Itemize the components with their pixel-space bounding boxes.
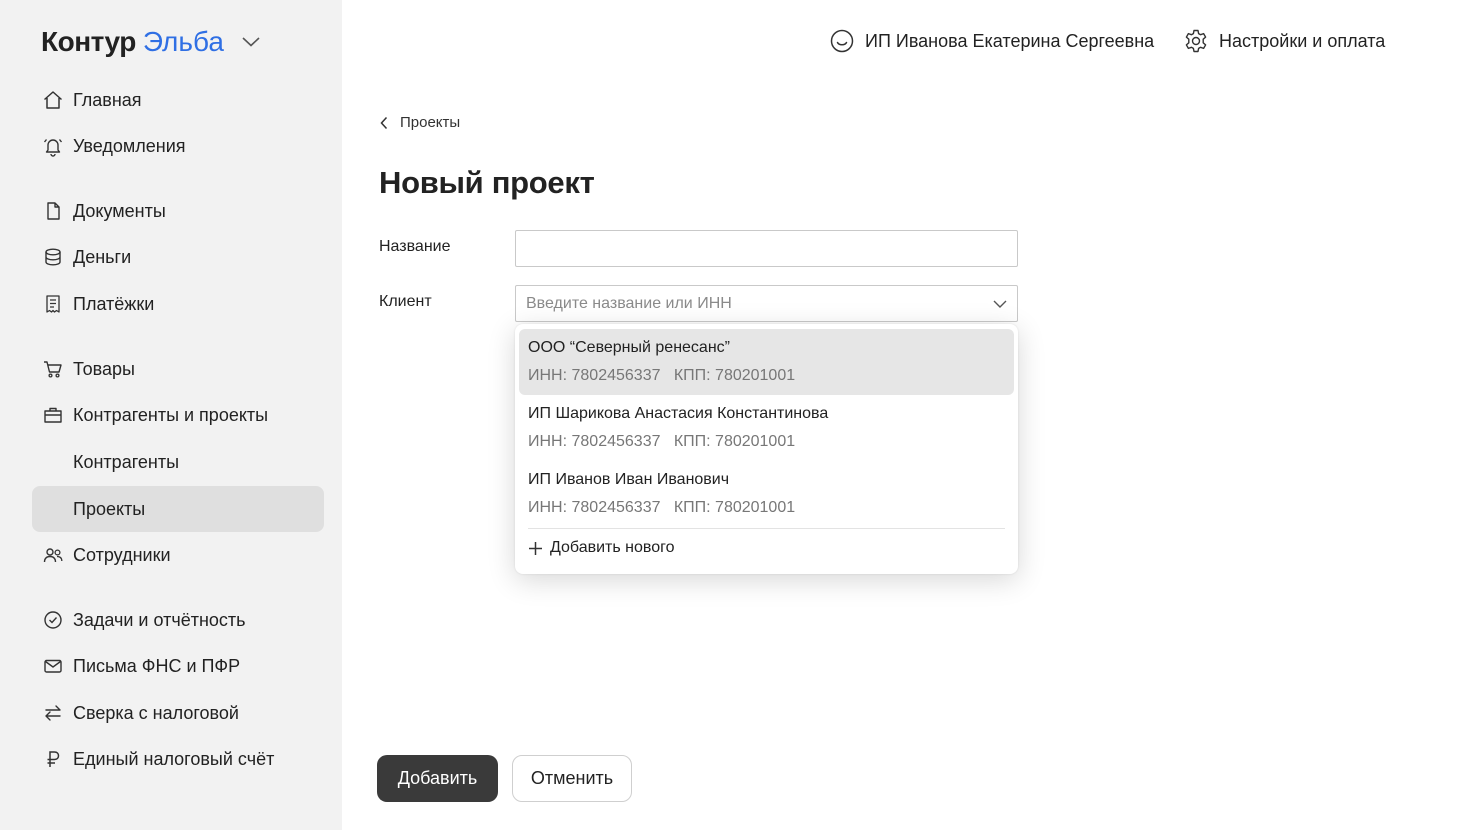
logo-brand: Контур [41, 26, 136, 57]
client-combobox[interactable]: Введите название или ИНН [515, 285, 1018, 322]
client-option-name: ИП Иванов Иван Иванович [528, 471, 730, 488]
add-new-label: Добавить нового [550, 539, 675, 556]
people-icon [42, 544, 64, 566]
client-option-meta: ИНН: 7802456337 КПП: 780201001 [528, 432, 1014, 452]
name-input[interactable] [515, 230, 1018, 267]
settings-label: Настройки и оплата [1219, 30, 1386, 51]
sidebar: Контур Эльба Главная Уведомления Докумен… [0, 0, 342, 830]
sidebar-item-label: Документы [73, 200, 166, 221]
client-option-name: ИП Шарикова Анастасия Константинова [528, 405, 829, 422]
logo-product: Эльба [142, 26, 224, 57]
client-option-kpp: КПП: 780201001 [673, 499, 796, 516]
sidebar-item-tax-account[interactable]: Единый налоговый счёт [32, 736, 324, 782]
client-option-name: ООО “Северный ренесанс” [528, 339, 730, 356]
sidebar-item-projects[interactable]: Проекты [32, 486, 324, 532]
swap-arrows-icon [42, 702, 64, 724]
sidebar-item-label: Уведомления [73, 135, 186, 156]
sidebar-item-label: Единый налоговый счёт [73, 748, 275, 769]
settings-link[interactable]: Настройки и оплата [1183, 26, 1385, 56]
smiley-icon [829, 28, 855, 54]
client-option-inn: ИНН: 7802456337 [528, 499, 661, 516]
sidebar-item-employees[interactable]: Сотрудники [32, 532, 324, 578]
client-option-inn: ИНН: 7802456337 [528, 367, 661, 384]
add-button[interactable]: Добавить [377, 755, 498, 802]
plus-icon [529, 541, 542, 555]
sidebar-item-label: Сверка с налоговой [73, 702, 239, 723]
chevron-left-icon [380, 116, 388, 129]
sidebar-item-label: Сотрудники [73, 544, 171, 565]
sidebar-item-payments[interactable]: Платёжки [32, 281, 324, 327]
client-option-meta: ИНН: 7802456337 КПП: 780201001 [528, 498, 1014, 518]
add-new-client-button[interactable]: Добавить нового [528, 539, 675, 557]
receipt-icon [42, 293, 64, 315]
sidebar-item-notifications[interactable]: Уведомления [32, 123, 324, 169]
document-icon [42, 200, 64, 222]
sidebar-item-label: Письма ФНС и ПФР [73, 655, 241, 676]
client-placeholder: Введите название или ИНН [526, 294, 732, 312]
sidebar-item-label: Деньги [73, 246, 132, 267]
client-field-label: Клиент [379, 293, 432, 310]
chevron-down-icon [993, 300, 1007, 308]
home-icon [42, 89, 64, 111]
ruble-icon [42, 748, 64, 770]
coins-icon [42, 246, 64, 268]
client-option-meta: ИНН: 7802456337 КПП: 780201001 [528, 366, 1014, 386]
briefcase-icon [42, 404, 64, 426]
client-dropdown: ООО “Северный ренесанс” ИНН: 7802456337 … [515, 324, 1018, 574]
sidebar-item-counterparties[interactable]: Контрагенты [32, 439, 324, 485]
client-option[interactable]: ИП Шарикова Анастасия Константинова ИНН:… [519, 395, 1014, 461]
bell-icon [42, 135, 64, 157]
check-circle-icon [42, 609, 64, 631]
sidebar-item-label: Главная [73, 89, 142, 110]
sidebar-item-fns-letters[interactable]: Письма ФНС и ПФР [32, 643, 324, 689]
client-option[interactable]: ООО “Северный ренесанс” ИНН: 7802456337 … [519, 329, 1014, 395]
sidebar-item-label: Контрагенты и проекты [73, 404, 269, 425]
product-switcher[interactable]: Контур Эльба [41, 26, 260, 58]
dropdown-divider [528, 528, 1005, 529]
user-menu[interactable]: ИП Иванова Екатерина Сергеевна [829, 26, 1154, 56]
gear-icon [1183, 28, 1209, 54]
client-option-inn: ИНН: 7802456337 [528, 433, 661, 450]
breadcrumb-label: Проекты [400, 114, 461, 131]
client-option[interactable]: ИП Иванов Иван Иванович ИНН: 7802456337 … [519, 461, 1014, 527]
page-title: Новый проект [379, 165, 595, 200]
sidebar-item-tasks-reporting[interactable]: Задачи и отчётность [32, 597, 324, 643]
sidebar-item-money[interactable]: Деньги [32, 234, 324, 280]
sidebar-item-label: Контрагенты [73, 451, 180, 472]
sidebar-item-counterparties-projects[interactable]: Контрагенты и проекты [32, 392, 324, 438]
sidebar-item-label: Товары [73, 358, 135, 379]
mail-icon [42, 655, 64, 677]
client-option-kpp: КПП: 780201001 [673, 367, 796, 384]
user-name: ИП Иванова Екатерина Сергеевна [865, 30, 1155, 51]
sidebar-item-label: Задачи и отчётность [73, 609, 246, 630]
chevron-down-icon [242, 37, 260, 47]
cancel-button[interactable]: Отменить [512, 755, 632, 802]
sidebar-item-label: Проекты [73, 498, 146, 519]
sidebar-item-label: Платёжки [73, 293, 155, 314]
cart-icon [42, 358, 64, 380]
sidebar-item-home[interactable]: Главная [32, 77, 324, 123]
client-option-kpp: КПП: 780201001 [673, 433, 796, 450]
sidebar-item-goods[interactable]: Товары [32, 346, 324, 392]
sidebar-item-tax-reconciliation[interactable]: Сверка с налоговой [32, 690, 324, 736]
sidebar-item-documents[interactable]: Документы [32, 188, 324, 234]
breadcrumb-back-link[interactable]: Проекты [380, 114, 460, 131]
name-field-label: Название [379, 238, 451, 255]
